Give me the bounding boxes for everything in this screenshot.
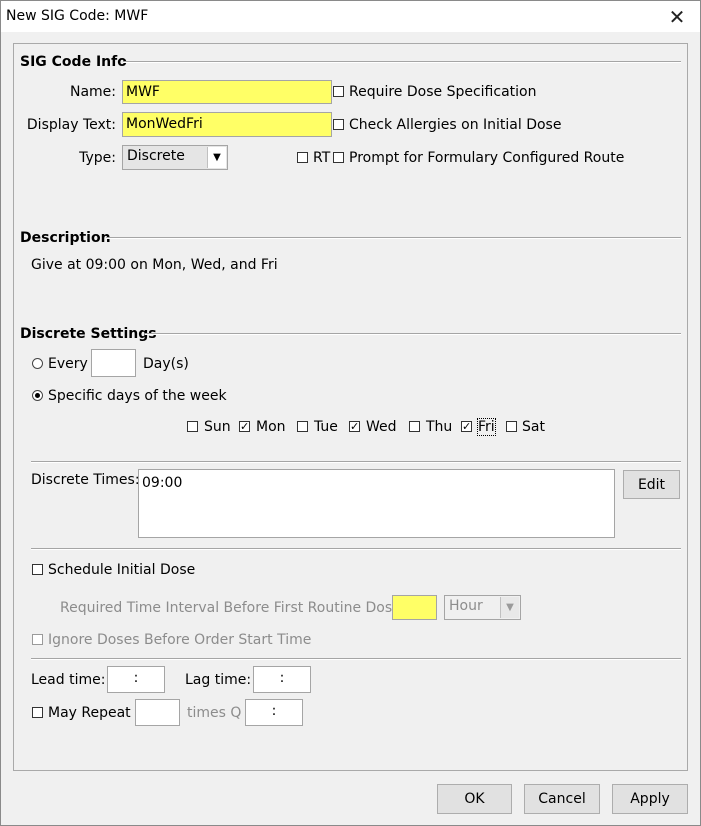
every-label: Every: [48, 356, 88, 372]
wed-label: Wed: [366, 419, 397, 435]
interval-unit-value: Hour: [449, 598, 483, 614]
thu-label: Thu: [426, 419, 453, 435]
ignore-doses-label: Ignore Doses Before Order Start Time: [48, 632, 312, 648]
initial-dose-divider: [31, 548, 681, 550]
description-title: Description: [20, 230, 111, 246]
apply-button[interactable]: Apply: [612, 784, 688, 814]
require-dose-checkbox[interactable]: [333, 86, 344, 97]
times-q-label: times Q: [187, 705, 242, 721]
discrete-settings-divider: [145, 333, 681, 335]
times-divider: [31, 461, 681, 463]
edit-times-button[interactable]: Edit: [623, 470, 680, 499]
title-bar: New SIG Code: MWF ✕: [1, 1, 700, 32]
close-icon[interactable]: ✕: [654, 1, 700, 32]
lag-time-label: Lag time:: [185, 672, 252, 688]
days-label: Day(s): [143, 356, 189, 372]
discrete-times-list[interactable]: 09:00: [138, 469, 615, 538]
cancel-button[interactable]: Cancel: [524, 784, 600, 814]
mon-checkbox[interactable]: ✓: [239, 421, 250, 432]
specific-days-radio[interactable]: [32, 390, 43, 401]
chevron-down-icon[interactable]: ▼: [500, 597, 519, 618]
schedule-initial-dose-checkbox[interactable]: [32, 564, 43, 575]
prompt-route-checkbox[interactable]: [333, 152, 344, 163]
lead-time-input[interactable]: :: [107, 666, 165, 693]
ignore-doses-checkbox[interactable]: [32, 634, 43, 645]
sat-checkbox[interactable]: [506, 421, 517, 432]
chevron-down-icon[interactable]: ▼: [207, 147, 226, 168]
interval-label: Required Time Interval Before First Rout…: [60, 600, 406, 616]
wed-checkbox[interactable]: ✓: [349, 421, 360, 432]
sig-info-divider: [123, 61, 681, 63]
repeat-count-input[interactable]: [135, 699, 180, 726]
may-repeat-checkbox[interactable]: [32, 707, 43, 718]
discrete-time-item[interactable]: 09:00: [142, 475, 182, 491]
name-label: Name:: [69, 84, 116, 100]
sig-info-title: SIG Code Info: [20, 54, 127, 70]
tue-label: Tue: [314, 419, 338, 435]
description-divider: [106, 237, 681, 239]
thu-checkbox[interactable]: [409, 421, 420, 432]
may-repeat-label: May Repeat: [48, 705, 131, 721]
discrete-settings-title: Discrete Settings: [20, 326, 157, 342]
type-select-value: Discrete: [127, 148, 185, 164]
sun-label: Sun: [204, 419, 231, 435]
type-select[interactable]: Discrete ▼: [122, 145, 228, 170]
display-text-label: Display Text:: [26, 117, 116, 133]
check-allergies-label: Check Allergies on Initial Dose: [349, 117, 562, 133]
sun-checkbox[interactable]: [187, 421, 198, 432]
lag-time-input[interactable]: :: [253, 666, 311, 693]
ok-button[interactable]: OK: [437, 784, 512, 814]
every-days-input[interactable]: [91, 349, 136, 377]
check-allergies-checkbox[interactable]: [333, 119, 344, 130]
rt-label: RT: [313, 150, 331, 166]
prompt-route-label: Prompt for Formulary Configured Route: [349, 150, 625, 166]
rt-checkbox[interactable]: [297, 152, 308, 163]
sat-label: Sat: [522, 419, 545, 435]
interval-input[interactable]: [392, 595, 437, 620]
discrete-times-label: Discrete Times:: [31, 472, 140, 488]
type-label: Type:: [79, 150, 116, 166]
timing-divider: [31, 658, 681, 660]
require-dose-label: Require Dose Specification: [349, 84, 537, 100]
mon-label: Mon: [256, 419, 286, 435]
every-radio[interactable]: [32, 358, 43, 369]
specific-days-label: Specific days of the week: [48, 388, 227, 404]
name-input[interactable]: MWF: [122, 80, 332, 104]
schedule-initial-dose-label: Schedule Initial Dose: [48, 562, 196, 578]
times-q-input[interactable]: :: [245, 699, 303, 726]
lead-time-label: Lead time:: [31, 672, 106, 688]
tue-checkbox[interactable]: [297, 421, 308, 432]
display-text-input[interactable]: MonWedFri: [122, 112, 332, 137]
description-text: Give at 09:00 on Mon, Wed, and Fri: [31, 257, 278, 273]
interval-unit-select[interactable]: Hour ▼: [444, 595, 521, 620]
fri-label: Fri: [477, 418, 496, 436]
fri-checkbox[interactable]: ✓: [461, 421, 472, 432]
radio-selected-dot: [35, 393, 40, 398]
window-title: New SIG Code: MWF: [6, 8, 149, 24]
